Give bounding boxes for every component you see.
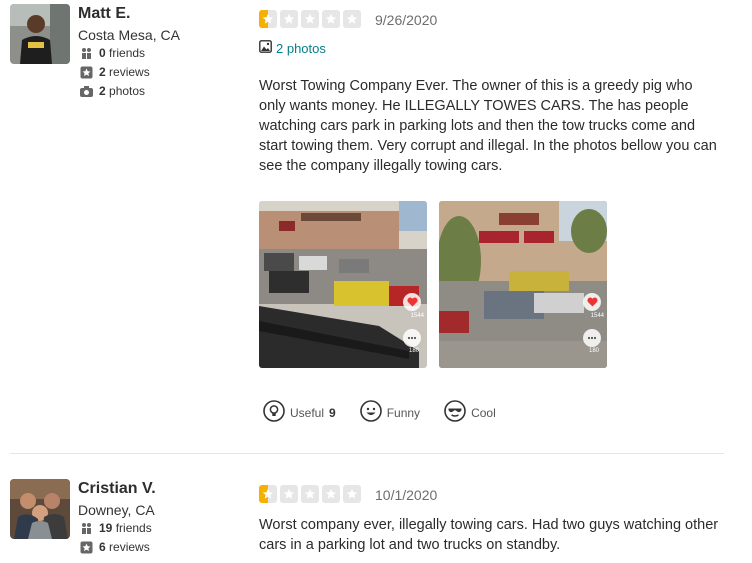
star-icon	[343, 485, 361, 503]
photos-stat: 2 photos	[80, 84, 145, 98]
review-date: 10/1/2020	[375, 487, 438, 503]
review-text: Worst Towing Company Ever. The owner of …	[259, 78, 717, 174]
camera-icon	[80, 85, 93, 98]
review-photo[interactable]: 1544 180	[439, 201, 607, 368]
photos-link[interactable]: 2 photos	[259, 40, 326, 56]
like-count: 1544	[590, 313, 604, 319]
review-date: 9/26/2020	[375, 12, 438, 28]
friends-stat: 0 friends	[80, 46, 145, 60]
reviews-count: 2	[99, 65, 106, 79]
cool-label: Cool	[471, 405, 496, 420]
review-text: Worst company ever, illegally towing car…	[259, 517, 719, 553]
photos-count: 2	[99, 84, 106, 98]
friends-stat: 19 friends	[80, 521, 152, 535]
funny-label: Funny	[386, 405, 421, 420]
friends-count: 0	[99, 46, 106, 60]
user-location: Downey, CA	[78, 502, 155, 518]
review-divider	[10, 453, 724, 454]
star-icon	[259, 485, 277, 503]
friends-label: friends	[115, 521, 152, 535]
reviews-label: reviews	[109, 65, 150, 79]
reviews-count: 6	[99, 540, 106, 554]
user-name[interactable]: Matt E.	[78, 5, 130, 23]
comment-count: 180	[408, 348, 419, 354]
photos-label: photos	[109, 84, 146, 98]
star-rating	[259, 10, 361, 28]
star-box-icon	[80, 66, 93, 79]
review-item: Matt E. Costa Mesa, CA 0 friends 2 revie…	[0, 0, 752, 450]
user-name[interactable]: Cristian V.	[78, 480, 156, 498]
star-rating	[259, 485, 361, 503]
friends-icon	[80, 522, 93, 535]
useful-label: Useful	[290, 405, 325, 420]
star-icon	[343, 10, 361, 28]
image-icon	[259, 40, 272, 56]
smile-icon	[359, 400, 382, 425]
star-icon	[322, 485, 340, 503]
funny-button[interactable]: Funny	[359, 400, 421, 425]
star-icon	[301, 10, 319, 28]
friends-icon	[80, 47, 93, 60]
comment-icon	[403, 329, 421, 347]
useful-count: 9	[329, 405, 336, 420]
star-icon	[322, 10, 340, 28]
friends-count: 19	[99, 521, 113, 535]
star-icon	[280, 485, 298, 503]
heart-icon	[403, 293, 421, 311]
lightbulb-icon	[263, 400, 285, 425]
reaction-bar: Useful 9 Funny Cool	[263, 400, 496, 425]
star-box-icon	[80, 541, 93, 554]
cool-button[interactable]: Cool	[444, 400, 496, 425]
sunglasses-icon	[444, 400, 466, 425]
friends-label: friends	[109, 46, 146, 60]
star-icon	[301, 485, 319, 503]
useful-button[interactable]: Useful 9	[263, 400, 336, 425]
user-avatar[interactable]	[10, 4, 70, 64]
reviews-stat: 6 reviews	[80, 540, 150, 554]
photos-link-label: 2 photos	[276, 40, 326, 56]
like-count: 1544	[410, 313, 424, 319]
review-photo[interactable]: 1544 180	[259, 201, 427, 368]
user-avatar[interactable]	[10, 479, 70, 539]
heart-icon	[583, 293, 601, 311]
reviews-stat: 2 reviews	[80, 65, 150, 79]
user-location: Costa Mesa, CA	[78, 27, 180, 43]
comment-icon	[583, 329, 601, 347]
star-icon	[259, 10, 277, 28]
star-icon	[280, 10, 298, 28]
reviews-label: reviews	[109, 540, 150, 554]
review-item: Cristian V. Downey, CA 19 friends 6 revi…	[0, 475, 752, 563]
comment-count: 180	[588, 348, 599, 354]
